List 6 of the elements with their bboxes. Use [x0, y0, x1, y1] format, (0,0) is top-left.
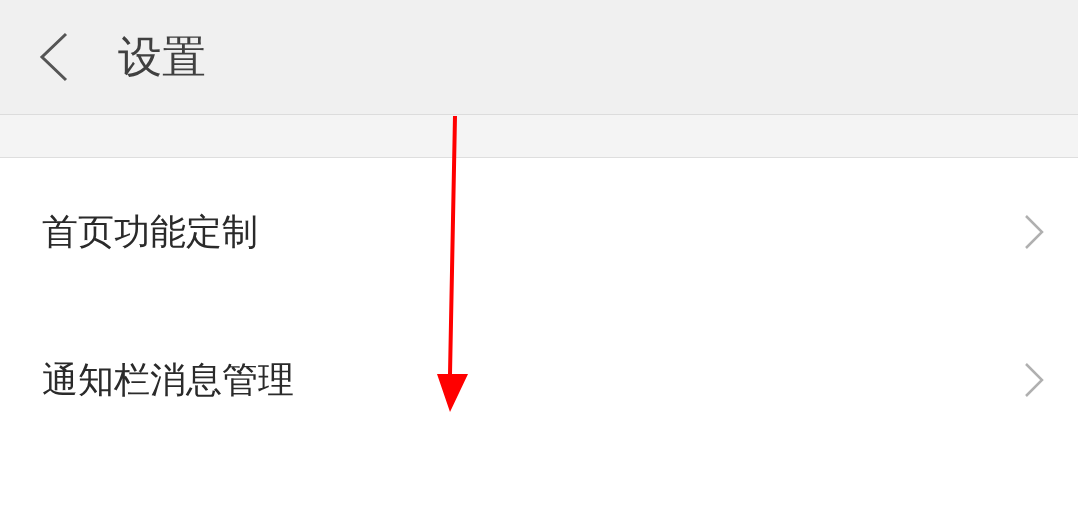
chevron-icon	[1024, 214, 1044, 250]
row-label: 通知栏消息管理	[42, 357, 294, 402]
chevron-icon	[1024, 362, 1044, 398]
back-icon[interactable]	[38, 32, 70, 82]
row-label: 首页功能定制	[42, 209, 258, 254]
page-title: 设置	[118, 29, 206, 84]
